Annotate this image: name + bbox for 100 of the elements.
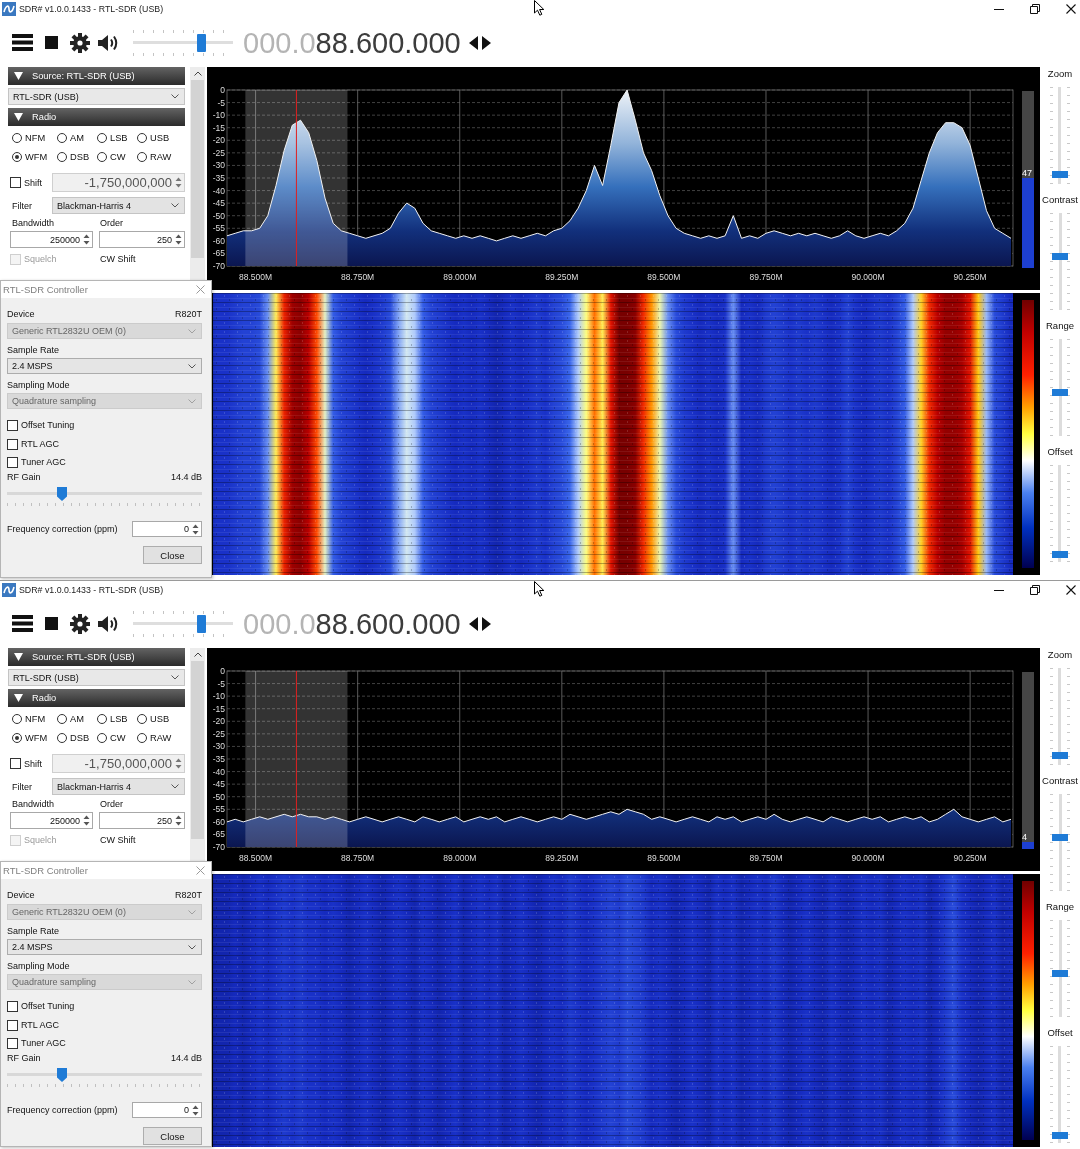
spin-arrows-icon[interactable] bbox=[83, 815, 90, 826]
radio-button[interactable] bbox=[12, 133, 22, 143]
spin-box[interactable]: -1,750,000,000 bbox=[52, 173, 185, 192]
radio-label[interactable]: RAW bbox=[150, 152, 172, 162]
scroll-up-icon[interactable] bbox=[193, 652, 202, 657]
restore-icon[interactable] bbox=[1030, 4, 1040, 14]
checkbox[interactable] bbox=[10, 177, 21, 188]
close-icon[interactable] bbox=[1066, 585, 1076, 595]
spin-arrows-icon[interactable] bbox=[192, 523, 199, 535]
speaker-icon[interactable] bbox=[98, 614, 120, 633]
spin-box[interactable]: 0 bbox=[132, 521, 202, 537]
spin-box[interactable]: 250 bbox=[99, 812, 185, 829]
slider-thumb[interactable] bbox=[1052, 833, 1068, 841]
radio-label[interactable]: USB bbox=[150, 133, 170, 143]
slider-thumb[interactable] bbox=[1052, 550, 1068, 558]
radio-button[interactable] bbox=[57, 714, 67, 724]
slider-thumb[interactable] bbox=[1052, 170, 1068, 178]
spin-arrows-icon[interactable] bbox=[175, 758, 182, 769]
spin-arrows-icon[interactable] bbox=[192, 1104, 199, 1116]
menu-icon[interactable] bbox=[12, 615, 33, 632]
radio-label[interactable]: NFM bbox=[25, 714, 46, 724]
close-icon[interactable] bbox=[1066, 4, 1076, 14]
checkbox-label[interactable]: Shift bbox=[24, 177, 42, 188]
slider-thumb[interactable] bbox=[56, 487, 67, 501]
waterfall-drawing[interactable] bbox=[213, 293, 1013, 575]
checkbox-label[interactable]: Offset Tuning bbox=[21, 420, 75, 430]
dropdown[interactable]: 2.4 MSPS bbox=[7, 358, 202, 374]
spin-arrows-icon[interactable] bbox=[83, 234, 90, 245]
radio-label[interactable]: CW bbox=[110, 152, 126, 162]
close-button[interactable]: Close bbox=[143, 1127, 202, 1145]
section-header[interactable]: Radio bbox=[8, 689, 185, 707]
radio-button[interactable] bbox=[12, 714, 22, 724]
dropdown[interactable]: 2.4 MSPS bbox=[7, 939, 202, 955]
radio-button[interactable] bbox=[97, 152, 107, 162]
checkbox[interactable] bbox=[7, 456, 18, 468]
radio-label[interactable]: WFM bbox=[25, 733, 48, 743]
spin-box[interactable]: 250000 bbox=[10, 812, 93, 829]
checkbox-label[interactable]: Tuner AGC bbox=[21, 1038, 66, 1048]
scrollbar[interactable] bbox=[190, 648, 205, 861]
minimize-icon[interactable] bbox=[994, 8, 1004, 10]
spin-box[interactable]: 250000 bbox=[10, 231, 93, 248]
radio-label[interactable]: LSB bbox=[110, 714, 128, 724]
checkbox-label[interactable]: RTL AGC bbox=[21, 439, 59, 449]
minimize-icon[interactable] bbox=[994, 589, 1004, 591]
checkbox[interactable] bbox=[7, 438, 18, 450]
radio-label[interactable]: WFM bbox=[25, 152, 48, 162]
slider-thumb[interactable] bbox=[1052, 252, 1068, 260]
radio-button[interactable] bbox=[97, 714, 107, 724]
section-header[interactable]: Source: RTL-SDR (USB) bbox=[8, 648, 185, 666]
spin-arrows-icon[interactable] bbox=[175, 177, 182, 188]
radio-label[interactable]: RAW bbox=[150, 733, 172, 743]
spin-arrows-icon[interactable] bbox=[175, 234, 182, 245]
left-right-arrows-icon[interactable] bbox=[468, 616, 491, 631]
slider-thumb[interactable] bbox=[1052, 1131, 1068, 1139]
radio-button[interactable] bbox=[137, 133, 147, 143]
slider-thumb[interactable] bbox=[1052, 969, 1068, 977]
radio-label[interactable]: DSB bbox=[70, 152, 90, 162]
spin-box[interactable]: 250 bbox=[99, 231, 185, 248]
slider-thumb[interactable] bbox=[1052, 388, 1068, 396]
radio-label[interactable]: DSB bbox=[70, 733, 90, 743]
checkbox[interactable] bbox=[10, 758, 21, 769]
section-header[interactable]: Radio bbox=[8, 108, 185, 126]
radio-button[interactable] bbox=[12, 152, 22, 162]
radio-button[interactable] bbox=[137, 733, 147, 743]
menu-icon[interactable] bbox=[12, 34, 33, 51]
frequency-display[interactable]: 88.600.000 bbox=[315, 26, 461, 59]
radio-button[interactable] bbox=[57, 152, 67, 162]
radio-label[interactable]: NFM bbox=[25, 133, 46, 143]
radio-button[interactable] bbox=[97, 733, 107, 743]
checkbox-label[interactable]: Offset Tuning bbox=[21, 1001, 75, 1011]
slider-thumb[interactable] bbox=[56, 1068, 67, 1082]
scroll-up-icon[interactable] bbox=[193, 71, 202, 76]
radio-button[interactable] bbox=[137, 714, 147, 724]
checkbox[interactable] bbox=[7, 1000, 18, 1012]
frequency-display[interactable]: 88.600.000 bbox=[315, 607, 461, 640]
settings-icon[interactable] bbox=[70, 613, 90, 634]
radio-label[interactable]: USB bbox=[150, 714, 170, 724]
settings-icon[interactable] bbox=[70, 32, 90, 53]
restore-icon[interactable] bbox=[1030, 585, 1040, 595]
scrollbar[interactable] bbox=[190, 67, 205, 280]
dropdown[interactable]: Blackman-Harris 4 bbox=[52, 778, 185, 795]
tuning-marker[interactable] bbox=[295, 90, 297, 266]
radio-button[interactable] bbox=[57, 733, 67, 743]
checkbox[interactable] bbox=[7, 1019, 18, 1031]
checkbox[interactable] bbox=[7, 419, 18, 431]
radio-button[interactable] bbox=[137, 152, 147, 162]
checkbox-label[interactable]: RTL AGC bbox=[21, 1020, 59, 1030]
slider-thumb[interactable] bbox=[196, 614, 206, 633]
radio-button[interactable] bbox=[97, 133, 107, 143]
radio-button[interactable] bbox=[12, 733, 22, 743]
radio-label[interactable]: CW bbox=[110, 733, 126, 743]
slider-thumb[interactable] bbox=[1052, 751, 1068, 759]
spin-arrows-icon[interactable] bbox=[175, 815, 182, 826]
dropdown[interactable]: Blackman-Harris 4 bbox=[52, 197, 185, 214]
dropdown[interactable]: RTL-SDR (USB) bbox=[8, 88, 185, 105]
radio-button[interactable] bbox=[57, 133, 67, 143]
checkbox-label[interactable]: Tuner AGC bbox=[21, 457, 66, 467]
checkbox[interactable] bbox=[7, 1037, 18, 1049]
spin-box[interactable]: -1,750,000,000 bbox=[52, 754, 185, 773]
section-header[interactable]: Source: RTL-SDR (USB) bbox=[8, 67, 185, 85]
